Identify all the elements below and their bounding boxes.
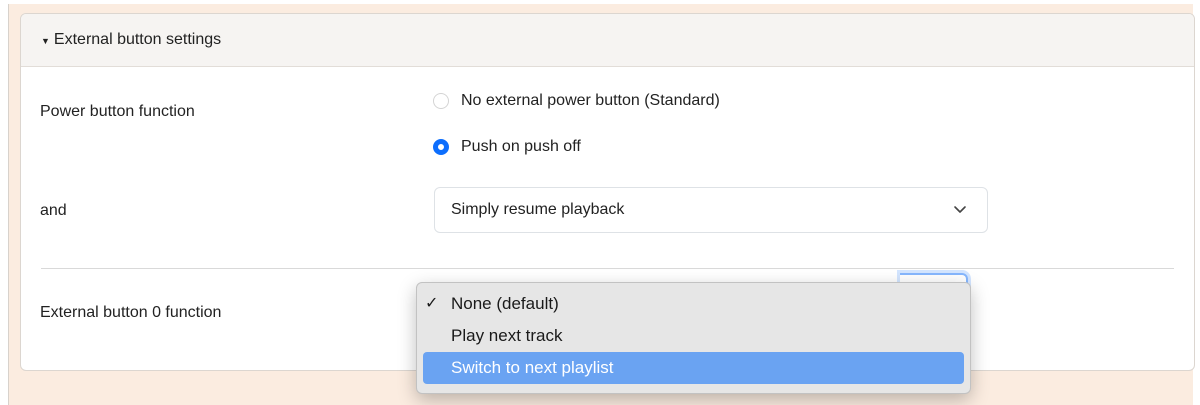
- dropdown-option-none[interactable]: ✓ None (default): [423, 288, 964, 320]
- section-header[interactable]: ▼ External button settings: [21, 14, 1194, 67]
- dropdown-option-switch-playlist[interactable]: Switch to next playlist: [423, 352, 964, 384]
- radio-checked-icon: [433, 139, 449, 155]
- radio-push-on-push-off[interactable]: Push on push off: [433, 138, 581, 156]
- option-label: Play next track: [451, 326, 563, 345]
- power-button-label: Power button function: [40, 103, 195, 120]
- radio-label: Push on push off: [461, 138, 581, 155]
- radio-label: No external power button (Standard): [461, 92, 720, 109]
- caret-down-icon: ▼: [41, 36, 50, 46]
- divider: [41, 268, 1174, 269]
- resume-playback-select[interactable]: Simply resume playback: [434, 187, 988, 233]
- external-button-0-dropdown: ✓ None (default) Play next track Switch …: [416, 282, 971, 394]
- radio-no-external-power[interactable]: No external power button (Standard): [433, 92, 720, 110]
- chevron-down-icon: [954, 206, 966, 213]
- checkmark-icon: ✓: [425, 295, 439, 312]
- and-label: and: [40, 202, 67, 219]
- external-button-0-label: External button 0 function: [40, 304, 222, 321]
- dropdown-option-play-next-track[interactable]: Play next track: [423, 320, 964, 352]
- option-label: None (default): [451, 294, 559, 313]
- radio-unchecked-icon: [433, 93, 449, 109]
- select-value: Simply resume playback: [451, 201, 625, 218]
- section-title: External button settings: [53, 31, 222, 48]
- option-label: Switch to next playlist: [451, 358, 614, 377]
